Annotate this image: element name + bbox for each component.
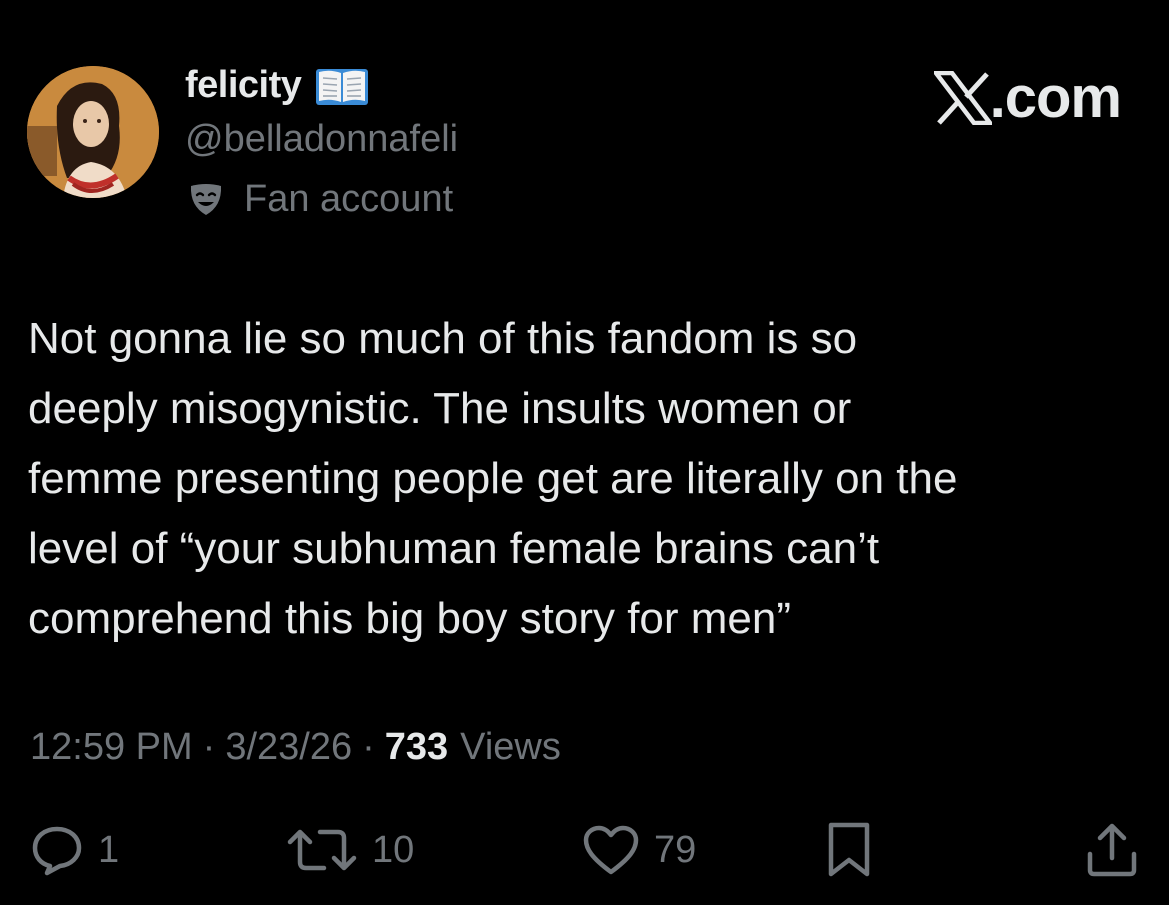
- bookmark-button[interactable]: [826, 822, 872, 878]
- theater-mask-icon: [190, 183, 222, 215]
- x-logo-icon: [933, 70, 992, 125]
- meta-separator: ·: [362, 726, 375, 768]
- retweet-count: 10: [372, 828, 415, 871]
- retweet-button[interactable]: 10: [286, 822, 414, 878]
- reply-button[interactable]: 1: [30, 822, 119, 878]
- x-brand: .com: [933, 64, 1122, 131]
- tweet-time[interactable]: 12:59 PM: [30, 726, 193, 769]
- avatar-portrait: [27, 66, 159, 198]
- meta-separator: ·: [202, 726, 216, 768]
- tweet-text: Not gonna lie so much of this fandom is …: [28, 314, 958, 643]
- share-button[interactable]: [1084, 822, 1140, 878]
- author-name-row[interactable]: felicity: [185, 64, 369, 107]
- brand-domain-text: .com: [989, 65, 1122, 130]
- share-icon: [1087, 823, 1137, 877]
- bookmark-icon: [828, 822, 870, 877]
- open-book-icon: [316, 68, 369, 105]
- views-label[interactable]: Views: [460, 726, 561, 769]
- like-button[interactable]: 79: [582, 822, 696, 878]
- author-handle[interactable]: @belladonnafeli: [185, 118, 458, 161]
- retweet-icon: [287, 829, 357, 871]
- author-display-name[interactable]: felicity: [185, 64, 302, 107]
- like-count: 79: [654, 828, 697, 871]
- reply-icon: [32, 826, 82, 876]
- views-count[interactable]: 733: [385, 726, 448, 769]
- account-label-text: Fan account: [244, 178, 454, 220]
- reply-count: 1: [98, 828, 120, 871]
- tweet-date[interactable]: 3/23/26: [225, 726, 352, 769]
- heart-icon: [583, 825, 639, 875]
- avatar[interactable]: [27, 66, 159, 198]
- account-label: Fan account: [188, 178, 453, 221]
- tweet-meta: 12:59 PM · 3/23/26 · 733 Views: [30, 726, 561, 769]
